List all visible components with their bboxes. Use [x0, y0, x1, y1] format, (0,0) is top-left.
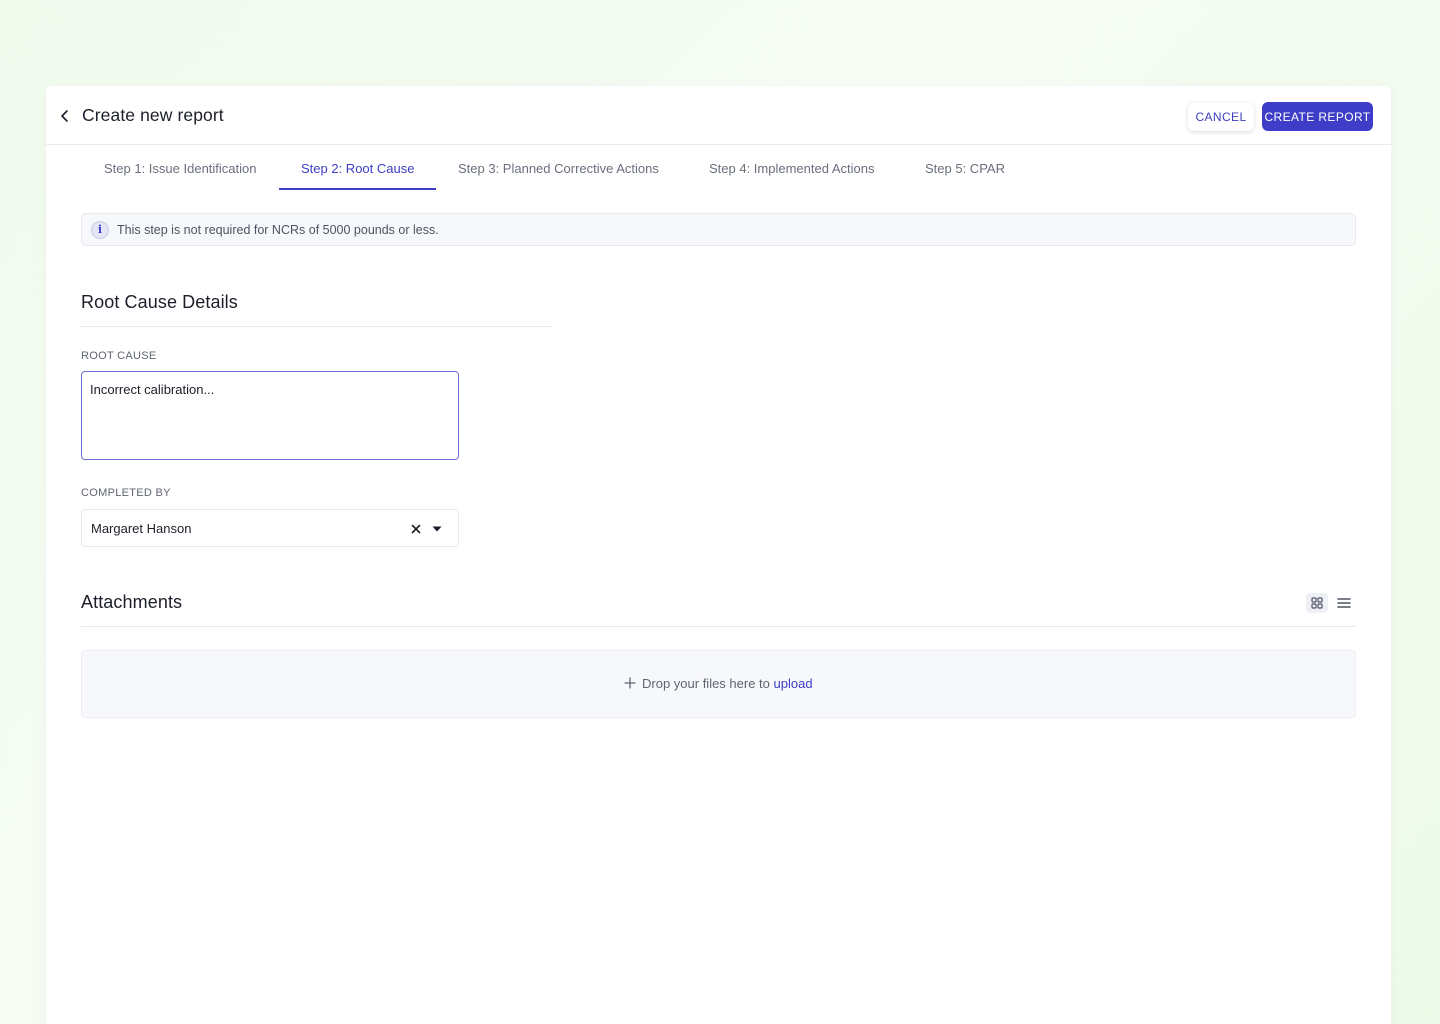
tab-step-3[interactable]: Step 3: Planned Corrective Actions	[458, 161, 659, 176]
file-dropzone[interactable]: Drop your files here to upload	[81, 650, 1356, 718]
upload-link[interactable]: upload	[774, 676, 813, 691]
dropzone-text: Drop your files here to	[642, 676, 770, 691]
report-card: Create new report CANCEL CREATE REPORT S…	[46, 86, 1391, 1024]
root-cause-section-title: Root Cause Details	[81, 292, 238, 312]
page-title: Create new report	[82, 105, 224, 125]
create-report-button[interactable]: CREATE REPORT	[1262, 102, 1373, 131]
tab-step-1[interactable]: Step 1: Issue Identification	[104, 161, 256, 176]
tab-step-5[interactable]: Step 5: CPAR	[925, 161, 1005, 176]
chevron-down-icon[interactable]	[431, 525, 443, 533]
root-cause-textarea[interactable]	[81, 371, 459, 460]
list-view-icon[interactable]	[1336, 596, 1352, 610]
info-icon: i	[91, 221, 109, 239]
completed-by-value: Margaret Hanson	[91, 521, 192, 536]
active-tab-indicator	[279, 188, 436, 190]
cancel-button[interactable]: CANCEL	[1188, 103, 1254, 131]
completed-by-label: COMPLETED BY	[81, 487, 171, 499]
root-cause-label: ROOT CAUSE	[81, 350, 157, 362]
attachments-divider	[81, 626, 1356, 627]
attachments-title: Attachments	[81, 592, 183, 612]
plus-icon	[624, 677, 636, 689]
completed-by-select[interactable]: Margaret Hanson	[81, 509, 459, 547]
chevron-left-icon[interactable]	[58, 108, 72, 124]
tab-step-4[interactable]: Step 4: Implemented Actions	[709, 161, 874, 176]
section-divider	[81, 326, 553, 327]
info-text: This step is not required for NCRs of 50…	[117, 223, 439, 237]
step-tabs: Step 1: Issue Identification Step 2: Roo…	[46, 145, 1391, 191]
top-bar: Create new report CANCEL CREATE REPORT	[46, 86, 1391, 145]
grid-view-icon[interactable]	[1306, 593, 1328, 613]
tab-step-2[interactable]: Step 2: Root Cause	[301, 161, 414, 176]
clear-icon[interactable]	[410, 523, 422, 535]
info-banner: i This step is not required for NCRs of …	[81, 213, 1356, 246]
dropzone-content: Drop your files here to upload	[624, 676, 813, 691]
